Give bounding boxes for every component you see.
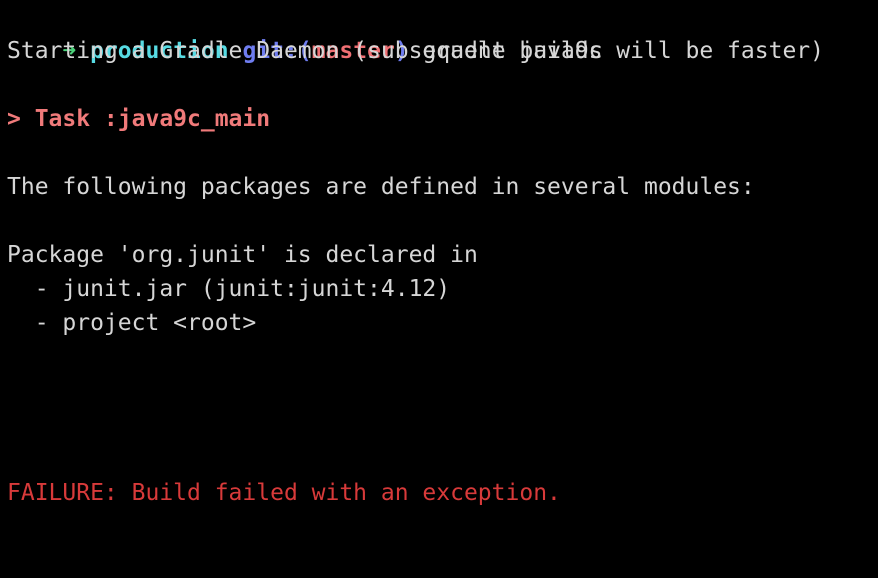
packages-output-line: The following packages are defined in se… bbox=[7, 174, 755, 200]
terminal-window[interactable]: ➜ production git:(master) gradle java9c … bbox=[0, 0, 878, 530]
package-declared-line: Package 'org.junit' is declared in bbox=[7, 242, 478, 268]
module-list-item: - junit.jar (junit:junit:4.12) bbox=[7, 276, 451, 302]
failure-output-line: FAILURE: Build failed with an exception. bbox=[7, 480, 561, 506]
task-output-line: > Task :java9c_main bbox=[7, 106, 271, 132]
prompt-line: ➜ production git:(master) gradle java9c bbox=[7, 0, 602, 64]
daemon-output-line: Starting a Gradle Daemon (subsequent bui… bbox=[7, 38, 824, 64]
module-list-item: - project <root> bbox=[7, 310, 257, 336]
